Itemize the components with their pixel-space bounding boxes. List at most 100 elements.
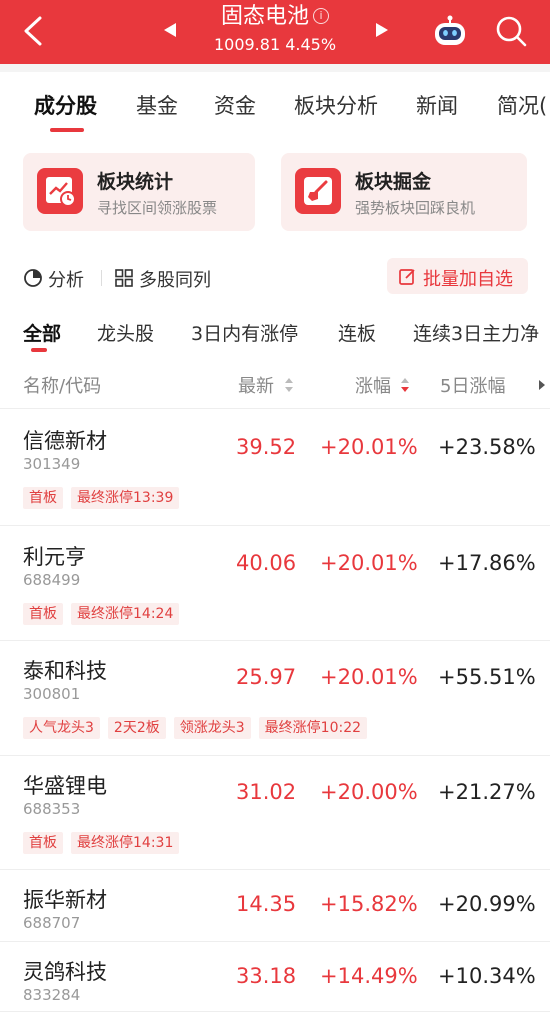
stock-change-5d: +21.27% (438, 780, 536, 804)
chart-clock-icon (37, 168, 83, 214)
stock-code: 300801 (23, 685, 81, 703)
batch-add-label: 批量加自选 (423, 269, 513, 290)
stock-tags: 首板 最终涨停14:31 (23, 832, 187, 854)
table-row[interactable]: 信德新材 301349 39.52 +20.01% +23.58% 首板 最终涨停13:39 (0, 411, 550, 526)
stock-tag: 2天2板 (107, 717, 166, 739)
sort-desc-icon (401, 378, 409, 392)
stock-change-5d: +55.51% (438, 665, 536, 689)
header-divider-line (0, 408, 550, 409)
stock-name: 信德新材 (23, 429, 107, 453)
stock-name: 利元亨 (23, 545, 86, 569)
filter-limit-up-3d[interactable]: 3日内有涨停 (191, 319, 298, 346)
card-title: 板块统计 (97, 171, 174, 193)
filter-consecutive[interactable]: 连板 (338, 319, 376, 346)
card-subtitle: 强势板块回踩良机 (355, 199, 476, 217)
shovel-icon (295, 168, 341, 214)
stock-name: 振华新材 (23, 888, 107, 912)
batch-add-watchlist-button[interactable]: 批量加自选 (387, 258, 528, 294)
filter-main-force-3d[interactable]: 连续3日主力净 (413, 319, 539, 346)
filter-all[interactable]: 全部 (23, 319, 61, 346)
analyze-button[interactable]: 分析 (48, 266, 84, 292)
col-name-code: 名称/代码 (23, 376, 102, 397)
table-row[interactable]: 振华新材 688707 14.35 +15.82% +20.99% (0, 870, 550, 942)
stock-change: +20.00% (320, 780, 418, 804)
table-row[interactable]: 华盛锂电 688353 31.02 +20.00% +21.27% 首板 最终涨停14:31 (0, 756, 550, 870)
toolbar: 分析 多股同列 批量加自选 (0, 258, 550, 298)
stock-change-5d: +17.86% (438, 551, 536, 575)
stock-tag: 首板 (23, 487, 63, 509)
filter-leaders[interactable]: 龙头股 (97, 319, 154, 346)
card-sector-mining[interactable]: 板块掘金 强势板块回踩良机 (281, 153, 527, 231)
stock-price: 14.35 (236, 892, 297, 916)
edit-icon (399, 269, 415, 285)
robot-assistant-icon[interactable] (432, 14, 468, 48)
col-price[interactable]: 最新 (238, 372, 274, 398)
header-divider (0, 64, 550, 72)
stock-tags: 首板 最终涨停14:24 (23, 603, 187, 625)
stock-tags: 人气龙头3 2天2板 领涨龙头3 最终涨停10:22 (23, 717, 375, 739)
stock-price: 25.97 (236, 665, 297, 689)
stock-change: +14.49% (320, 964, 418, 988)
stock-tags: 首板 最终涨停13:39 (23, 487, 187, 509)
table-row[interactable]: 利元亨 688499 40.06 +20.01% +17.86% 首板 最终涨停14:24 (0, 527, 550, 641)
index-change: 4.45% (285, 35, 337, 54)
sector-name: 固态电池 (220, 4, 309, 29)
stock-tag: 最终涨停14:24 (71, 603, 180, 625)
table-row[interactable]: 灵鸽科技 833284 33.18 +14.49% +10.34% (0, 942, 550, 1012)
stock-code: 688353 (23, 800, 81, 818)
table-header: 名称/代码 最新 涨幅 5日涨幅 (0, 366, 550, 406)
col-change[interactable]: 涨幅 (355, 372, 391, 398)
tab-news[interactable]: 新闻 (416, 90, 458, 120)
sort-neutral-icon (285, 378, 293, 392)
stock-tag: 最终涨停10:22 (258, 717, 368, 739)
card-sector-stats[interactable]: 板块统计 寻找区间领涨股票 (23, 153, 255, 231)
tab-funds[interactable]: 基金 (136, 90, 178, 120)
info-icon[interactable]: i (313, 8, 329, 24)
tab-sector-analysis[interactable]: 板块分析 (294, 90, 378, 120)
filter-tabs: 全部 龙头股 3日内有涨停 连板 连续3日主力净 (0, 314, 550, 358)
stock-tag: 首板 (23, 603, 63, 625)
stock-code: 833284 (23, 986, 81, 1004)
stock-change: +20.01% (320, 665, 418, 689)
stock-code: 688499 (23, 571, 81, 589)
active-tab-indicator (50, 128, 84, 132)
card-title: 板块掘金 (355, 171, 432, 193)
search-icon[interactable] (494, 14, 528, 48)
app-header: 固态电池 i 1009.81 4.45% (0, 0, 550, 64)
stock-tag: 最终涨停14:31 (71, 832, 180, 854)
tab-constituents[interactable]: 成分股 (34, 90, 97, 120)
card-subtitle: 寻找区间领涨股票 (97, 199, 218, 217)
stock-name: 灵鸽科技 (23, 960, 107, 984)
col-change-5d[interactable]: 5日涨幅 (440, 372, 505, 398)
stock-price: 40.06 (236, 551, 297, 575)
grid-icon (115, 269, 133, 287)
index-value: 1009.81 (213, 35, 281, 54)
active-filter-indicator (31, 348, 47, 352)
tab-overview[interactable]: 简况( (497, 90, 547, 120)
stock-change-5d: +20.99% (438, 892, 536, 916)
stock-tag: 领涨龙头3 (173, 717, 251, 739)
stock-tag: 首板 (23, 832, 63, 854)
main-tabs: 成分股 基金 资金 板块分析 新闻 简况( (0, 78, 550, 138)
stock-code: 688707 (23, 914, 81, 932)
stock-price: 39.52 (236, 435, 297, 459)
next-sector-icon[interactable] (372, 20, 392, 40)
stock-price: 31.02 (236, 780, 297, 804)
stock-tag: 最终涨停13:39 (71, 487, 180, 509)
stock-code: 301349 (23, 455, 81, 473)
stock-change: +15.82% (320, 892, 418, 916)
toolbar-divider (101, 270, 102, 286)
stock-name: 华盛锂电 (23, 774, 107, 798)
multi-stock-button[interactable]: 多股同列 (139, 266, 211, 292)
pie-chart-icon (24, 269, 42, 287)
stock-change-5d: +10.34% (438, 964, 536, 988)
stock-change: +20.01% (320, 435, 418, 459)
stock-change: +20.01% (320, 551, 418, 575)
table-row[interactable]: 泰和科技 300801 25.97 +20.01% +55.51% 人气龙头3 2天2板 领涨… (0, 641, 550, 756)
scroll-right-icon[interactable] (538, 379, 546, 391)
stock-tag: 人气龙头3 (23, 717, 100, 739)
stock-price: 33.18 (236, 964, 297, 988)
stock-change-5d: +23.58% (438, 435, 536, 459)
tab-capital[interactable]: 资金 (214, 90, 256, 120)
stock-name: 泰和科技 (23, 659, 107, 683)
